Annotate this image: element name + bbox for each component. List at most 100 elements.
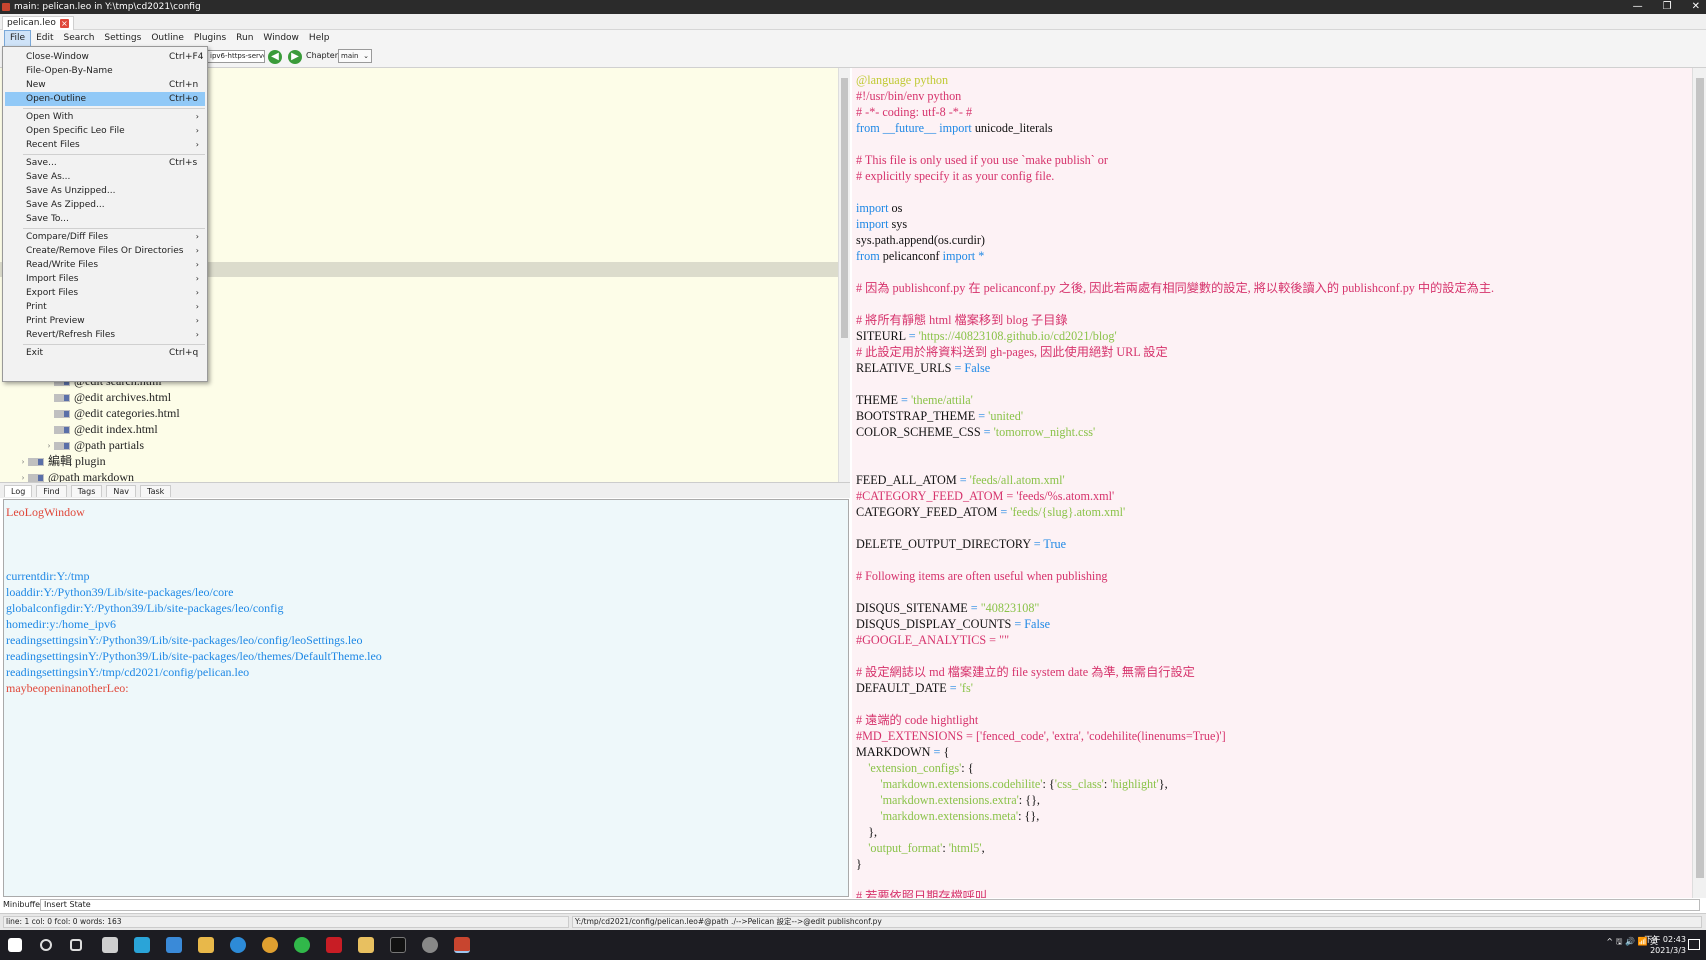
tab-log[interactable]: Log [4,484,33,497]
menu-item-open-outline[interactable]: Open-Outline Ctrl+o [5,92,205,106]
mail-icon[interactable] [166,937,182,953]
body-scrollbar[interactable] [1692,68,1706,898]
menu-help[interactable]: Help [304,31,335,46]
code-token: CATEGORY_FEED_ATOM [856,505,1001,519]
outline-node[interactable]: @edit archives.html [44,390,171,405]
code-line: 'markdown.extensions.extra': {}, [856,792,1688,808]
menu-plugins[interactable]: Plugins [189,31,231,46]
menu-item-close-window[interactable]: Close-Window Ctrl+F4 [5,50,205,64]
expand-arrow-icon[interactable]: › [44,438,54,453]
menu-settings[interactable]: Settings [99,31,146,46]
code-line: THEME = 'theme/attila' [856,392,1688,408]
code-token: import [856,201,889,215]
code-token: DELETE_OUTPUT_DIRECTORY [856,537,1034,551]
expand-arrow-icon[interactable]: › [18,454,28,469]
menu-item-file-open-by-name[interactable]: File-Open-By-Name [5,64,205,78]
body-editor[interactable]: @language python #!/usr/bin/env python # -… [852,68,1692,898]
notification-icon[interactable] [1688,939,1700,950]
chapters-select[interactable]: main ⌄ [338,49,372,63]
edge-icon[interactable] [230,937,246,953]
code-token: # 設定網誌以 md 檔案建立的 file system date 為準, 無需… [856,665,1195,679]
outline-node[interactable]: @edit categories.html [44,406,180,421]
notes-icon[interactable] [358,937,374,953]
menu-window[interactable]: Window [258,31,304,46]
chrome-icon[interactable] [262,937,278,953]
code-token: { [940,745,950,759]
menu-run[interactable]: Run [231,31,258,46]
menu-item-compare-diff-files[interactable]: Compare/Diff Files › [5,230,205,244]
acrobat-icon[interactable] [326,937,342,953]
menu-item-save-to[interactable]: Save To... [5,212,205,226]
code-token: THEME [856,393,902,407]
outline-node[interactable]: @edit index.html [44,422,158,437]
app-icon[interactable] [134,937,150,953]
scrollbar-thumb[interactable] [1696,78,1704,878]
outline-node[interactable]: › 編輯 plugin [18,454,106,469]
menu-item-recent-files[interactable]: Recent Files › [5,138,205,152]
close-tab-icon[interactable]: × [59,19,69,28]
log-line: readingsettingsinY:/Python39/Lib/site-pa… [6,649,382,663]
code-token: @language python [856,73,949,87]
menu-item-open-specific-leo-file[interactable]: Open Specific Leo File › [5,124,205,138]
menu-item-new[interactable]: New Ctrl+n [5,78,205,92]
terminal-icon[interactable] [390,937,406,953]
code-token: "40823108" [980,601,1040,615]
menu-item-import-files[interactable]: Import Files › [5,272,205,286]
log-line: currentdir:Y:/tmp [6,569,90,583]
menu-item-revert-refresh-files[interactable]: Revert/Refresh Files › [5,328,205,342]
code-line: # 將所有靜態 html 檔案移到 blog 子目錄 [856,312,1688,328]
code-token: # 遠端的 code hightlight [856,713,979,727]
toolbar-button-ipv6-https-server[interactable]: ipv6-https-server [207,50,265,63]
forward-arrow-icon[interactable]: ▶ [288,50,302,64]
menu-item-open-with[interactable]: Open With › [5,110,205,124]
clock[interactable]: 下午 02:43 2021/3/3 [1644,934,1686,956]
scrollbar-thumb[interactable] [841,78,848,338]
back-arrow-icon[interactable]: ◀ [268,50,282,64]
menu-edit[interactable]: Edit [31,31,58,46]
line-icon[interactable] [294,937,310,953]
menu-outline[interactable]: Outline [146,31,189,46]
log-pane[interactable]: LeoLogWindow currentdir:Y:/tmp loaddir:Y:/… [3,499,849,897]
menu-item-create-remove-files-or-directories[interactable]: Create/Remove Files Or Directories › [5,244,205,258]
store-icon[interactable] [102,937,118,953]
code-token: * [978,249,985,263]
menu-search[interactable]: Search [59,31,100,46]
maximize-button[interactable]: ❐ [1663,0,1672,14]
outline-scrollbar[interactable] [838,68,850,482]
menu-item-print-preview[interactable]: Print Preview › [5,314,205,328]
menu-item-label: Save... [26,158,57,168]
submenu-arrow-icon: › [195,288,199,297]
close-window-button[interactable]: ✕ [1692,0,1700,14]
app-icon[interactable] [422,937,438,953]
search-icon[interactable] [40,939,52,951]
tab-task[interactable]: Task [140,484,172,497]
menu-item-save-as-unzipped[interactable]: Save As Unzipped... [5,184,205,198]
code-token: # 此設定用於將資料送到 gh-pages, 因此使用絕對 URL 設定 [856,345,1168,359]
menu-item-save-as-zipped[interactable]: Save As Zipped... [5,198,205,212]
tab-find[interactable]: Find [36,484,67,497]
code-token: #!/usr/bin/env python [856,89,962,103]
menu-item-save[interactable]: Save... Ctrl+s [5,156,205,170]
node-icon [54,425,70,434]
tab-pelican-leo[interactable]: pelican.leo × [2,16,74,30]
minimize-button[interactable]: — [1633,0,1643,14]
code-token: sys.path.append(os.curdir) [856,233,985,247]
leo-taskbar-icon[interactable] [454,937,470,953]
menu-item-export-files[interactable]: Export Files › [5,286,205,300]
menu-item-save-as[interactable]: Save As... [5,170,205,184]
tab-tags[interactable]: Tags [70,484,103,497]
menu-item-exit[interactable]: Exit Ctrl+q [5,346,205,360]
menu-item-read-write-files[interactable]: Read/Write Files › [5,258,205,272]
code-token: FEED_ALL_ATOM [856,473,960,487]
windows-start-icon[interactable] [8,938,22,952]
outline-node[interactable]: › @path partials [44,438,144,453]
file-explorer-icon[interactable] [198,937,214,953]
menu-file[interactable]: File [4,29,32,47]
minibuffer-input[interactable]: Insert State [40,899,1700,911]
code-line: DELETE_OUTPUT_DIRECTORY = True [856,536,1688,552]
task-view-icon[interactable] [70,939,82,951]
menu-item-print[interactable]: Print › [5,300,205,314]
tab-nav[interactable]: Nav [106,484,137,497]
